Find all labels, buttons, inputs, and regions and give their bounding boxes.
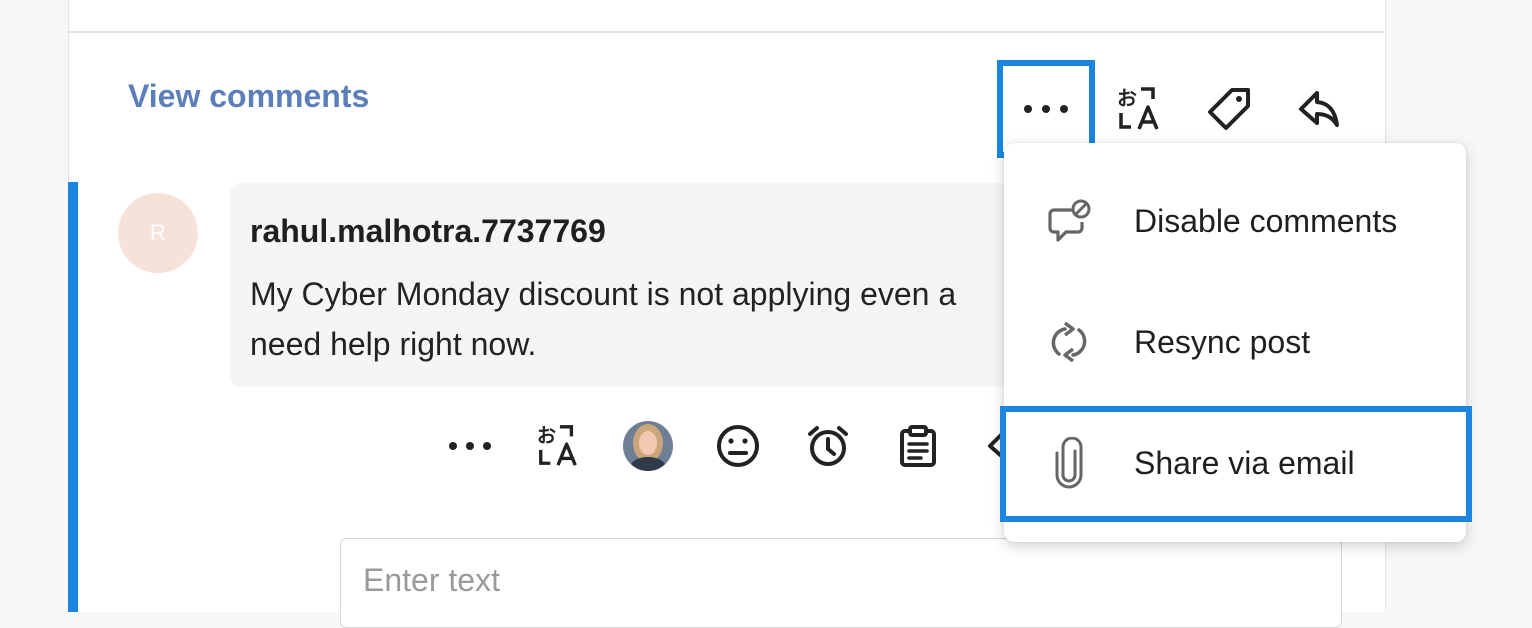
translate-button[interactable]: お: [1094, 62, 1184, 156]
view-comments-link[interactable]: View comments: [128, 78, 369, 115]
assignee-avatar: [623, 421, 673, 471]
comment-bubble: rahul.malhotra.7737769 My Cyber Monday d…: [230, 183, 1030, 387]
comment-more-options-button[interactable]: [440, 414, 500, 478]
translate-icon: お: [537, 424, 577, 466]
more-options-menu: Disable comments Resync post Share via e…: [1004, 143, 1466, 542]
svg-text:お: お: [537, 424, 556, 447]
tag-button[interactable]: [1184, 62, 1274, 156]
tag-icon: [1208, 88, 1250, 130]
selected-thread-indicator: [68, 182, 78, 612]
reply-input[interactable]: [361, 557, 1265, 603]
disable-comments-icon: [1048, 199, 1091, 242]
alarm-clock-icon: [808, 426, 848, 466]
comment-translate-button[interactable]: お: [528, 414, 588, 478]
emoji-button[interactable]: [708, 414, 768, 478]
avatar: R: [118, 193, 198, 273]
reply-button[interactable]: [1274, 62, 1364, 156]
clipboard-button[interactable]: [888, 414, 948, 478]
more-options-icon: [1024, 105, 1068, 113]
comment-text: My Cyber Monday discount is not applying…: [250, 276, 957, 362]
menu-item-label: Share via email: [1134, 444, 1355, 481]
menu-item-share-via-email[interactable]: Share via email: [1004, 403, 1466, 523]
menu-item-disable-comments[interactable]: Disable comments: [1004, 161, 1466, 281]
paperclip-icon: [1055, 437, 1083, 489]
reply-input-container: [340, 538, 1342, 628]
translate-icon: お: [1117, 86, 1159, 130]
reply-icon: [1299, 91, 1339, 127]
emoji-icon: [717, 425, 759, 467]
menu-item-label: Resync post: [1134, 323, 1311, 360]
comment-author: rahul.malhotra.7737769: [250, 213, 606, 249]
assignee-avatar-button[interactable]: [618, 414, 678, 478]
menu-item-resync-post[interactable]: Resync post: [1004, 282, 1466, 402]
divider: [68, 31, 1384, 33]
more-options-icon: [449, 442, 491, 450]
menu-item-label: Disable comments: [1134, 202, 1398, 239]
snooze-button[interactable]: [798, 414, 858, 478]
resync-icon: [1051, 321, 1087, 363]
clipboard-icon: [900, 425, 936, 467]
svg-text:お: お: [1117, 86, 1137, 110]
